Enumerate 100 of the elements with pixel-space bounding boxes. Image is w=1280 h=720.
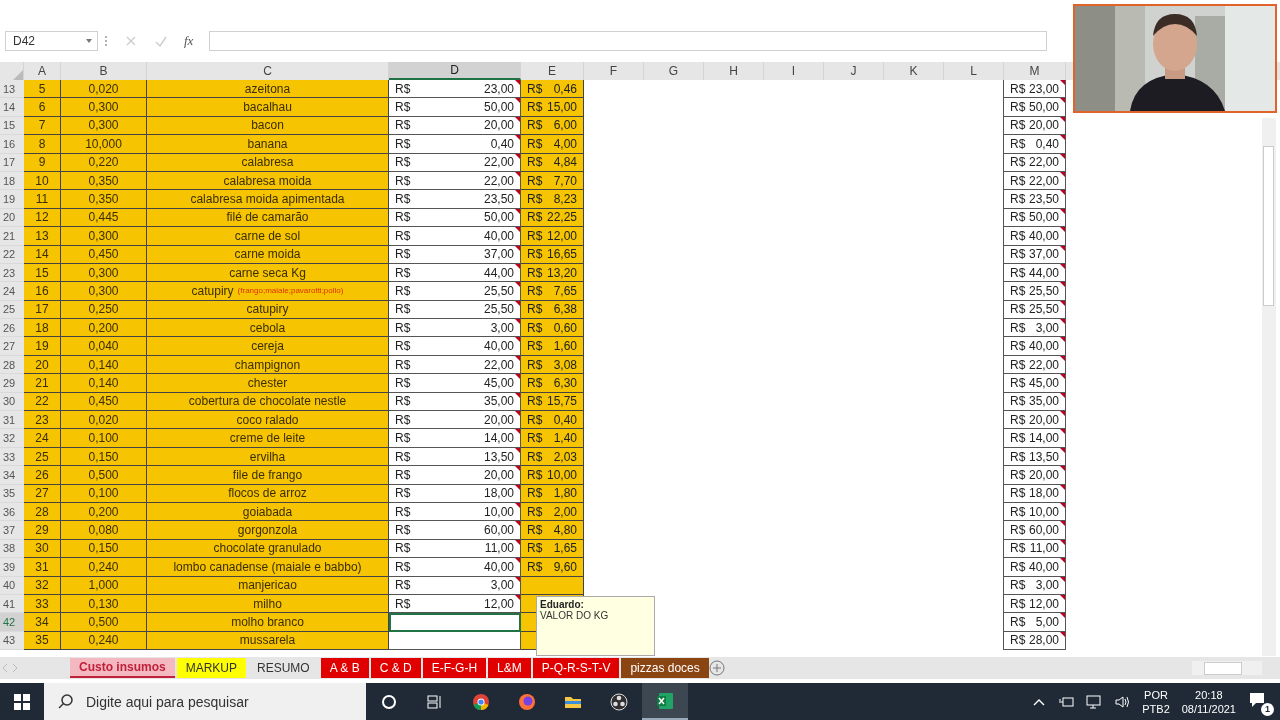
currency-cell[interactable] (389, 613, 521, 632)
add-sheet-icon (708, 660, 725, 676)
table-cell: 0,300 (61, 98, 147, 117)
row-header[interactable]: 29 (0, 374, 24, 393)
row-header[interactable]: 39 (0, 558, 24, 577)
row-header[interactable]: 34 (0, 466, 24, 485)
currency-cell: R$ 3,00 (1004, 319, 1066, 338)
table-cell: 0,500 (61, 613, 147, 632)
currency-cell: R$ 23,00 (1004, 80, 1066, 99)
currency-cell[interactable]: R$ 40,00 (389, 227, 521, 246)
table-cell: chester (147, 374, 389, 393)
currency-cell: R$ 0,40 (521, 411, 584, 430)
speaker-icon (1114, 693, 1131, 710)
currency-cell: R$ 0,60 (521, 319, 584, 338)
row-header[interactable]: 42 (0, 613, 24, 632)
currency-cell: R$ 40,00 (1004, 227, 1066, 246)
table-cell: 26 (24, 466, 61, 485)
row-header[interactable]: 32 (0, 429, 24, 448)
currency-cell: R$ 4,80 (521, 521, 584, 540)
horizontal-scrollbar[interactable] (1192, 661, 1262, 675)
notification-count: 1 (1261, 702, 1274, 716)
table-cell: 19 (24, 337, 61, 356)
row-header[interactable]: 31 (0, 411, 24, 430)
currency-cell[interactable]: R$ 25,50 (389, 282, 521, 301)
row-header[interactable]: 21 (0, 227, 24, 246)
table-cell: gorgonzola (147, 521, 389, 540)
currency-cell[interactable]: R$ 40,00 (389, 337, 521, 356)
currency-cell[interactable]: R$ 20,00 (389, 411, 521, 430)
row-header[interactable]: 24 (0, 282, 24, 301)
currency-cell[interactable]: R$ 0,40 (389, 135, 521, 154)
vertical-scrollbar[interactable] (1262, 118, 1276, 656)
row-header[interactable]: 37 (0, 521, 24, 540)
row-header[interactable]: 19 (0, 190, 24, 209)
table-cell: catupiry (191, 284, 234, 298)
currency-cell: R$ 23,50 (1004, 190, 1066, 209)
currency-cell[interactable]: R$ 23,50 (389, 190, 521, 209)
currency-cell[interactable]: R$ 20,00 (389, 466, 521, 485)
sheet-tab[interactable]: pizzas doces (621, 658, 709, 678)
currency-cell: R$ 20,00 (1004, 466, 1066, 485)
currency-cell: R$ 0,40 (1004, 135, 1066, 154)
currency-cell[interactable]: R$ 50,00 (389, 98, 521, 117)
currency-cell: R$ 6,30 (521, 374, 584, 393)
table-cell: 0,240 (61, 558, 147, 577)
table-cell: 0,040 (61, 337, 147, 356)
currency-cell: R$ 40,00 (1004, 337, 1066, 356)
currency-cell: R$ 10,00 (521, 466, 584, 485)
currency-cell: R$ 14,00 (1004, 429, 1066, 448)
row-header[interactable]: 14 (0, 98, 24, 117)
table-cell: lombo canadense (maiale e babbo) (147, 558, 389, 577)
table-cell: cereja (147, 337, 389, 356)
table-cell: 0,300 (61, 227, 147, 246)
table-cell: 0,200 (61, 319, 147, 338)
row-header[interactable]: 27 (0, 337, 24, 356)
table-cell: carne de sol (147, 227, 389, 246)
scroll-left-icon (0, 663, 10, 673)
currency-cell: R$ 7,65 (521, 282, 584, 301)
table-cell: 24 (24, 429, 61, 448)
currency-cell[interactable]: R$ 14,00 (389, 429, 521, 448)
sheet-tab[interactable]: C & D (370, 658, 421, 678)
name-box[interactable]: D42 (5, 31, 98, 51)
currency-cell[interactable]: R$ 45,00 (389, 374, 521, 393)
currency-cell: R$ 1,40 (521, 429, 584, 448)
table-cell: azeitona (147, 80, 389, 99)
sheet-tab[interactable]: Custo insumos (70, 658, 175, 678)
cell-note: (frango;maiale;pavarotti;pollo) (237, 286, 344, 296)
taskbar-search-field[interactable]: Digite aqui para pesquisar (84, 692, 348, 711)
spreadsheet-app-icon (656, 691, 674, 710)
row-header[interactable]: 16 (0, 135, 24, 154)
currency-cell[interactable]: R$ 60,00 (389, 521, 521, 540)
insert-function-button[interactable]: fx (184, 33, 194, 49)
column-header[interactable]: D (389, 62, 521, 80)
currency-cell[interactable]: R$ 23,00 (389, 80, 521, 99)
row-header[interactable]: 13 (0, 80, 24, 99)
formula-input[interactable] (209, 31, 1048, 51)
currency-cell[interactable]: R$ 3,00 (389, 319, 521, 338)
currency-cell[interactable]: R$ 40,00 (389, 558, 521, 577)
table-cell: 31 (24, 558, 61, 577)
table-cell: 5 (24, 80, 61, 99)
taskbar-search-box[interactable]: Digite aqui para pesquisar (44, 683, 366, 720)
sheet-tab[interactable]: MARKUP (176, 658, 246, 678)
table-cell: bacalhau (147, 98, 389, 117)
row-header[interactable]: 26 (0, 319, 24, 338)
table-cell: creme de leite (147, 429, 389, 448)
currency-cell: R$ 0,46 (521, 80, 584, 99)
currency-cell: R$ 5,00 (1004, 613, 1066, 632)
table-cell: molho branco (147, 613, 389, 632)
currency-cell: R$ 20,00 (1004, 411, 1066, 430)
comment-box: Eduardo: VALOR DO KG (536, 596, 655, 656)
currency-cell: R$ 9,60 (521, 558, 584, 577)
table-cell: banana (147, 135, 389, 154)
sheet-tab[interactable]: A & B (320, 658, 369, 678)
sheet-tab[interactable]: E-F-G-H (422, 658, 487, 678)
table-cell: 29 (24, 521, 61, 540)
obs-icon (610, 692, 628, 711)
input-language-indicator[interactable]: POR PTB2 (1142, 687, 1170, 716)
sheet-tab[interactable]: P-Q-R-S-T-V (532, 658, 620, 678)
sheet-tab[interactable]: L&M (488, 658, 531, 678)
taskbar-clock[interactable]: 20:18 08/11/2021 (1181, 687, 1236, 716)
table-cell: 18 (24, 319, 61, 338)
currency-cell: R$ 4,00 (521, 135, 584, 154)
